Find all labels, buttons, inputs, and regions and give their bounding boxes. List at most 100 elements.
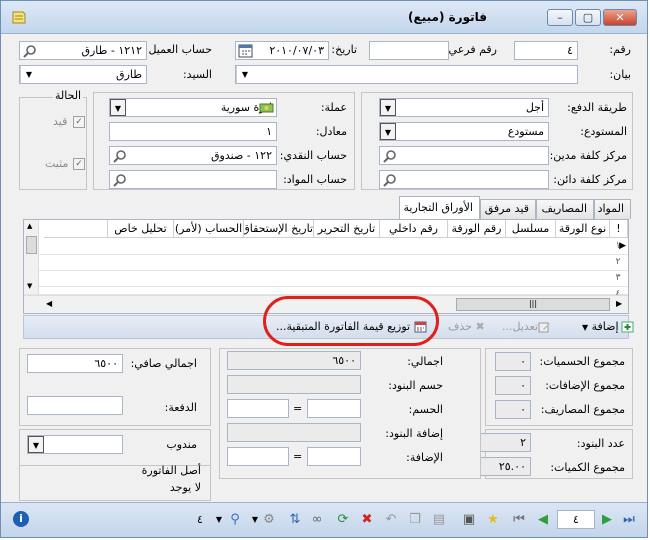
calendar-icon[interactable] [238, 43, 253, 58]
delegate-select[interactable]: ▼ [27, 435, 123, 454]
posted-label: قيد [53, 115, 68, 128]
search-icon[interactable] [113, 149, 127, 163]
statement-field[interactable]: ▼ [235, 65, 578, 84]
row-number: ٣ [615, 273, 621, 283]
chevron-down-icon[interactable]: ▼ [110, 99, 126, 116]
link-icon[interactable]: ∞ [309, 512, 325, 528]
debit-cost-field[interactable] [379, 146, 549, 165]
customer-value: ١٢١٢ - طارق [81, 44, 142, 57]
date-label: تاريخ: [331, 43, 357, 56]
attachment-icon[interactable]: ⚲ [227, 512, 243, 528]
delete-button[interactable]: ✖ حذف [448, 320, 485, 333]
materials-account-label: حساب المواد: [283, 173, 347, 186]
next-record-icon[interactable]: ▶ [599, 512, 615, 528]
sub-number-field[interactable] [369, 41, 449, 60]
search-icon[interactable] [383, 149, 397, 163]
table-row[interactable]: ٢ [24, 254, 628, 271]
materials-account-field[interactable] [109, 170, 277, 189]
last-record-icon[interactable]: ⏭ [621, 512, 637, 528]
search-icon[interactable] [113, 173, 127, 187]
fixed-checkbox[interactable]: ✓ [73, 158, 85, 170]
search-icon[interactable] [23, 44, 37, 58]
search-icon[interactable] [383, 173, 397, 187]
origin-value: لا يوجد [169, 481, 201, 494]
column-header[interactable]: الحساب (لأمر) [174, 220, 244, 238]
payment-method-select[interactable]: أجل ▼ [379, 98, 549, 117]
save-icon[interactable]: ▣ [461, 512, 477, 528]
customer-field[interactable]: ١٢١٢ - طارق [19, 41, 147, 60]
currency-select[interactable]: ليرة سورية ▼ [109, 98, 277, 117]
scroll-right-icon[interactable]: ▶ [616, 299, 622, 308]
paid-field[interactable] [27, 396, 123, 415]
addition-percent-field[interactable] [307, 447, 361, 466]
first-record-icon[interactable]: ⏮ [511, 512, 527, 528]
edit-button[interactable]: تعديل... [502, 320, 551, 333]
delete-record-icon[interactable]: ✖ [359, 512, 375, 528]
items-discount-field [227, 375, 361, 394]
number-field[interactable]: ٤ [514, 41, 578, 60]
copy-icon[interactable]: ❐ [407, 512, 423, 528]
rate-field[interactable]: ١ [109, 122, 277, 141]
cash-account-field[interactable]: ١٢٢ - صندوق [109, 146, 277, 165]
tools-icon[interactable]: ⚙ [261, 512, 277, 528]
add-button[interactable]: إضافة ▼ [582, 320, 634, 333]
chevron-down-icon[interactable]: ▼ [236, 66, 253, 83]
mister-label: السيد: [182, 68, 212, 81]
credit-cost-field[interactable] [379, 170, 549, 189]
sort-icon[interactable]: ⇅ [287, 512, 303, 528]
column-header[interactable]: رقم داخلي [380, 220, 448, 238]
column-header[interactable]: تحليل خاص [108, 220, 174, 238]
table-row[interactable]: ١ ▶ [24, 238, 628, 255]
column-header[interactable]: تاريخ التحرير [314, 220, 380, 238]
current-row-arrow-icon: ▶ [619, 241, 626, 251]
posted-checkbox[interactable]: ✓ [73, 116, 85, 128]
tab-attached-entry[interactable]: قيد مرفق [480, 199, 536, 219]
paste-icon[interactable]: ▤ [431, 512, 447, 528]
star-icon[interactable]: ★ [485, 512, 501, 528]
addition-value-field[interactable] [227, 447, 289, 466]
vertical-scrollbar[interactable]: ▲ ▼ [24, 220, 39, 294]
chevron-down-icon[interactable]: ▼ [28, 436, 44, 453]
previous-record-icon[interactable]: ◀ [535, 512, 551, 528]
record-number-input[interactable]: ٤ [557, 510, 595, 529]
chevron-down-icon[interactable]: ▼ [380, 123, 396, 140]
scroll-up-icon[interactable]: ▲ [27, 222, 32, 230]
scroll-down-icon[interactable]: ▼ [27, 282, 32, 290]
chevron-down-icon[interactable]: ▼ [20, 66, 37, 83]
tab-expenses[interactable]: المصاريف [536, 199, 594, 219]
scroll-left-icon[interactable]: ◀ [46, 299, 52, 308]
info-icon[interactable]: i [13, 511, 29, 527]
warehouse-value: مستودع [507, 125, 544, 138]
discounts-sum-label: مجموع الحسميات: [539, 355, 625, 368]
total-field: ٦٥٠٠ [227, 351, 361, 370]
maximize-button[interactable]: ▢ [575, 9, 601, 26]
warehouse-select[interactable]: مستودع ▼ [379, 122, 549, 141]
refresh-icon[interactable]: ⟳ [335, 512, 351, 528]
table-row[interactable]: ٤ [24, 286, 628, 299]
paid-label: الدفعة: [164, 401, 197, 414]
column-header[interactable]: مسلسل [506, 220, 556, 238]
items-discount-label: حسم البنود: [388, 379, 443, 392]
chevron-down-icon[interactable]: ▼ [380, 99, 396, 116]
scrollbar-thumb[interactable]: ||| [456, 298, 610, 311]
column-header[interactable]: رقم الورقة [448, 220, 506, 238]
column-header[interactable]: نوع الورقة [556, 220, 610, 238]
chevron-down-icon[interactable]: ▼ [582, 323, 588, 332]
tab-materials[interactable]: المواد [594, 199, 631, 219]
mister-field[interactable]: طارق ▼ [19, 65, 147, 84]
column-header[interactable]: تاريخ الإستحقاق [244, 220, 314, 238]
scrollbar-thumb[interactable] [26, 236, 37, 254]
credit-cost-label: مركز كلفة دائن: [553, 173, 627, 186]
column-header[interactable]: ! [610, 220, 628, 238]
discount-value-field[interactable] [227, 399, 289, 418]
window-title: فاتورة (مبيع) [408, 10, 487, 24]
table-row[interactable]: ٣ [24, 270, 628, 287]
minimize-button[interactable]: – [547, 9, 573, 26]
date-field[interactable]: ٢٠١٠/٠٧/٠٣ [235, 41, 329, 60]
payment-method-value: أجل [525, 101, 544, 114]
discount-percent-field[interactable] [307, 399, 361, 418]
chevron-down-icon[interactable]: ▼ [211, 512, 227, 528]
undo-icon[interactable]: ↶ [383, 512, 399, 528]
tab-commercial-papers[interactable]: الأوراق التجارية [399, 196, 480, 220]
close-button[interactable]: ✕ [603, 9, 637, 26]
